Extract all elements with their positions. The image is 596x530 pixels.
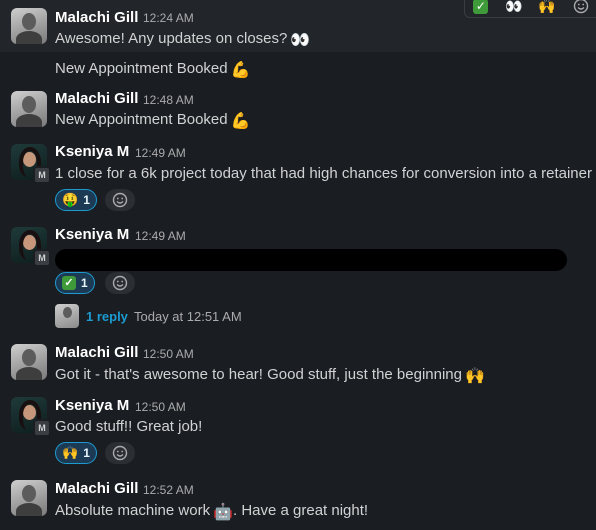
timestamp[interactable]: 12:48 AM xyxy=(143,93,194,107)
check-mark-icon[interactable]: ✓ xyxy=(473,0,489,14)
add-reaction-button[interactable] xyxy=(105,189,135,211)
message-text: New Appointment Booked 💪 xyxy=(55,111,251,130)
eyes-emoji-icon: 👀 xyxy=(290,32,310,49)
author-name[interactable]: Malachi Gill xyxy=(55,90,138,107)
message-item[interactable]: M Kseniya M 12:49 AM ✓ 1 1 reply Today a… xyxy=(0,222,596,338)
message-text: Got it - that's awesome to hear! Good st… xyxy=(55,366,485,385)
message-item[interactable]: M Kseniya M 12:49 AM 1 close for a 6k pr… xyxy=(0,138,596,216)
add-reaction-button[interactable] xyxy=(105,272,135,294)
author-name[interactable]: Malachi Gill xyxy=(55,480,138,497)
reaction-count: 1 xyxy=(83,193,90,207)
timestamp[interactable]: 12:50 AM xyxy=(135,400,186,414)
timestamp[interactable]: 12:49 AM xyxy=(135,229,186,243)
reaction-pill[interactable]: 🙌 1 xyxy=(55,442,97,464)
avatar[interactable] xyxy=(11,344,47,380)
raised-hands-icon: 🙌 xyxy=(62,445,79,460)
avatar[interactable] xyxy=(11,8,47,44)
author-name[interactable]: Kseniya M xyxy=(55,226,129,243)
add-reaction-icon xyxy=(112,192,128,208)
message-item[interactable]: New Appointment Booked 💪 xyxy=(0,52,596,88)
flexed-biceps-emoji-icon: 💪 xyxy=(230,62,251,79)
message-text: Good stuff!! Great job! xyxy=(55,418,203,435)
message-item[interactable]: Malachi Gill 12:48 AM New Appointment Bo… xyxy=(0,88,596,138)
raised-hands-emoji-icon: 🙌 xyxy=(465,368,485,385)
add-reaction-icon xyxy=(112,445,128,461)
eyes-icon[interactable]: 👀 xyxy=(505,0,522,15)
timestamp[interactable]: 12:24 AM xyxy=(143,11,194,25)
message-actions-toolbar: ✓ 👀 🙌 xyxy=(464,0,596,18)
thread-reply-time: Today at 12:51 AM xyxy=(134,309,242,324)
author-name[interactable]: Malachi Gill xyxy=(55,9,138,26)
member-badge: M xyxy=(33,419,51,437)
thread-reply-link[interactable]: 1 reply xyxy=(86,309,128,324)
member-badge: M xyxy=(33,166,51,184)
add-reaction-icon[interactable] xyxy=(573,0,589,14)
add-reaction-button[interactable] xyxy=(105,442,135,464)
author-name[interactable]: Kseniya M xyxy=(55,143,129,160)
message-item[interactable]: Malachi Gill 12:24 AM Awesome! Any updat… xyxy=(0,0,596,52)
message-text: 1 close for a 6k project today that had … xyxy=(55,165,592,182)
robot-emoji-icon: 🤖 xyxy=(213,504,233,521)
add-reaction-icon xyxy=(112,275,128,291)
redacted-message-text xyxy=(55,249,567,271)
raised-hands-icon[interactable]: 🙌 xyxy=(538,0,555,15)
message-item[interactable]: Malachi Gill 12:50 AM Got it - that's aw… xyxy=(0,340,596,394)
timestamp[interactable]: 12:50 AM xyxy=(143,347,194,361)
timestamp[interactable]: 12:52 AM xyxy=(143,483,194,497)
money-mouth-face-icon: 🤑 xyxy=(62,192,79,207)
reaction-pill[interactable]: 🤑 1 xyxy=(55,189,97,211)
timestamp[interactable]: 12:49 AM xyxy=(135,146,186,160)
thread-reply-avatar[interactable] xyxy=(55,304,79,328)
check-mark-icon: ✓ xyxy=(62,276,76,290)
message-text: Awesome! Any updates on closes? 👀 xyxy=(55,30,310,49)
message-item[interactable]: M Kseniya M 12:50 AM Good stuff!! Great … xyxy=(0,394,596,472)
avatar[interactable] xyxy=(11,91,47,127)
message-text: New Appointment Booked 💪 xyxy=(55,60,251,79)
author-name[interactable]: Kseniya M xyxy=(55,397,129,414)
avatar[interactable] xyxy=(11,480,47,516)
author-name[interactable]: Malachi Gill xyxy=(55,344,138,361)
message-item[interactable]: Malachi Gill 12:52 AM Absolute machine w… xyxy=(0,476,596,530)
reaction-count: 1 xyxy=(81,276,88,290)
reaction-count: 1 xyxy=(83,446,90,460)
reaction-pill[interactable]: ✓ 1 xyxy=(55,272,95,294)
flexed-biceps-emoji-icon: 💪 xyxy=(230,113,251,130)
message-text: Absolute machine work 🤖. Have a great nig… xyxy=(55,502,369,521)
member-badge: M xyxy=(33,249,51,267)
